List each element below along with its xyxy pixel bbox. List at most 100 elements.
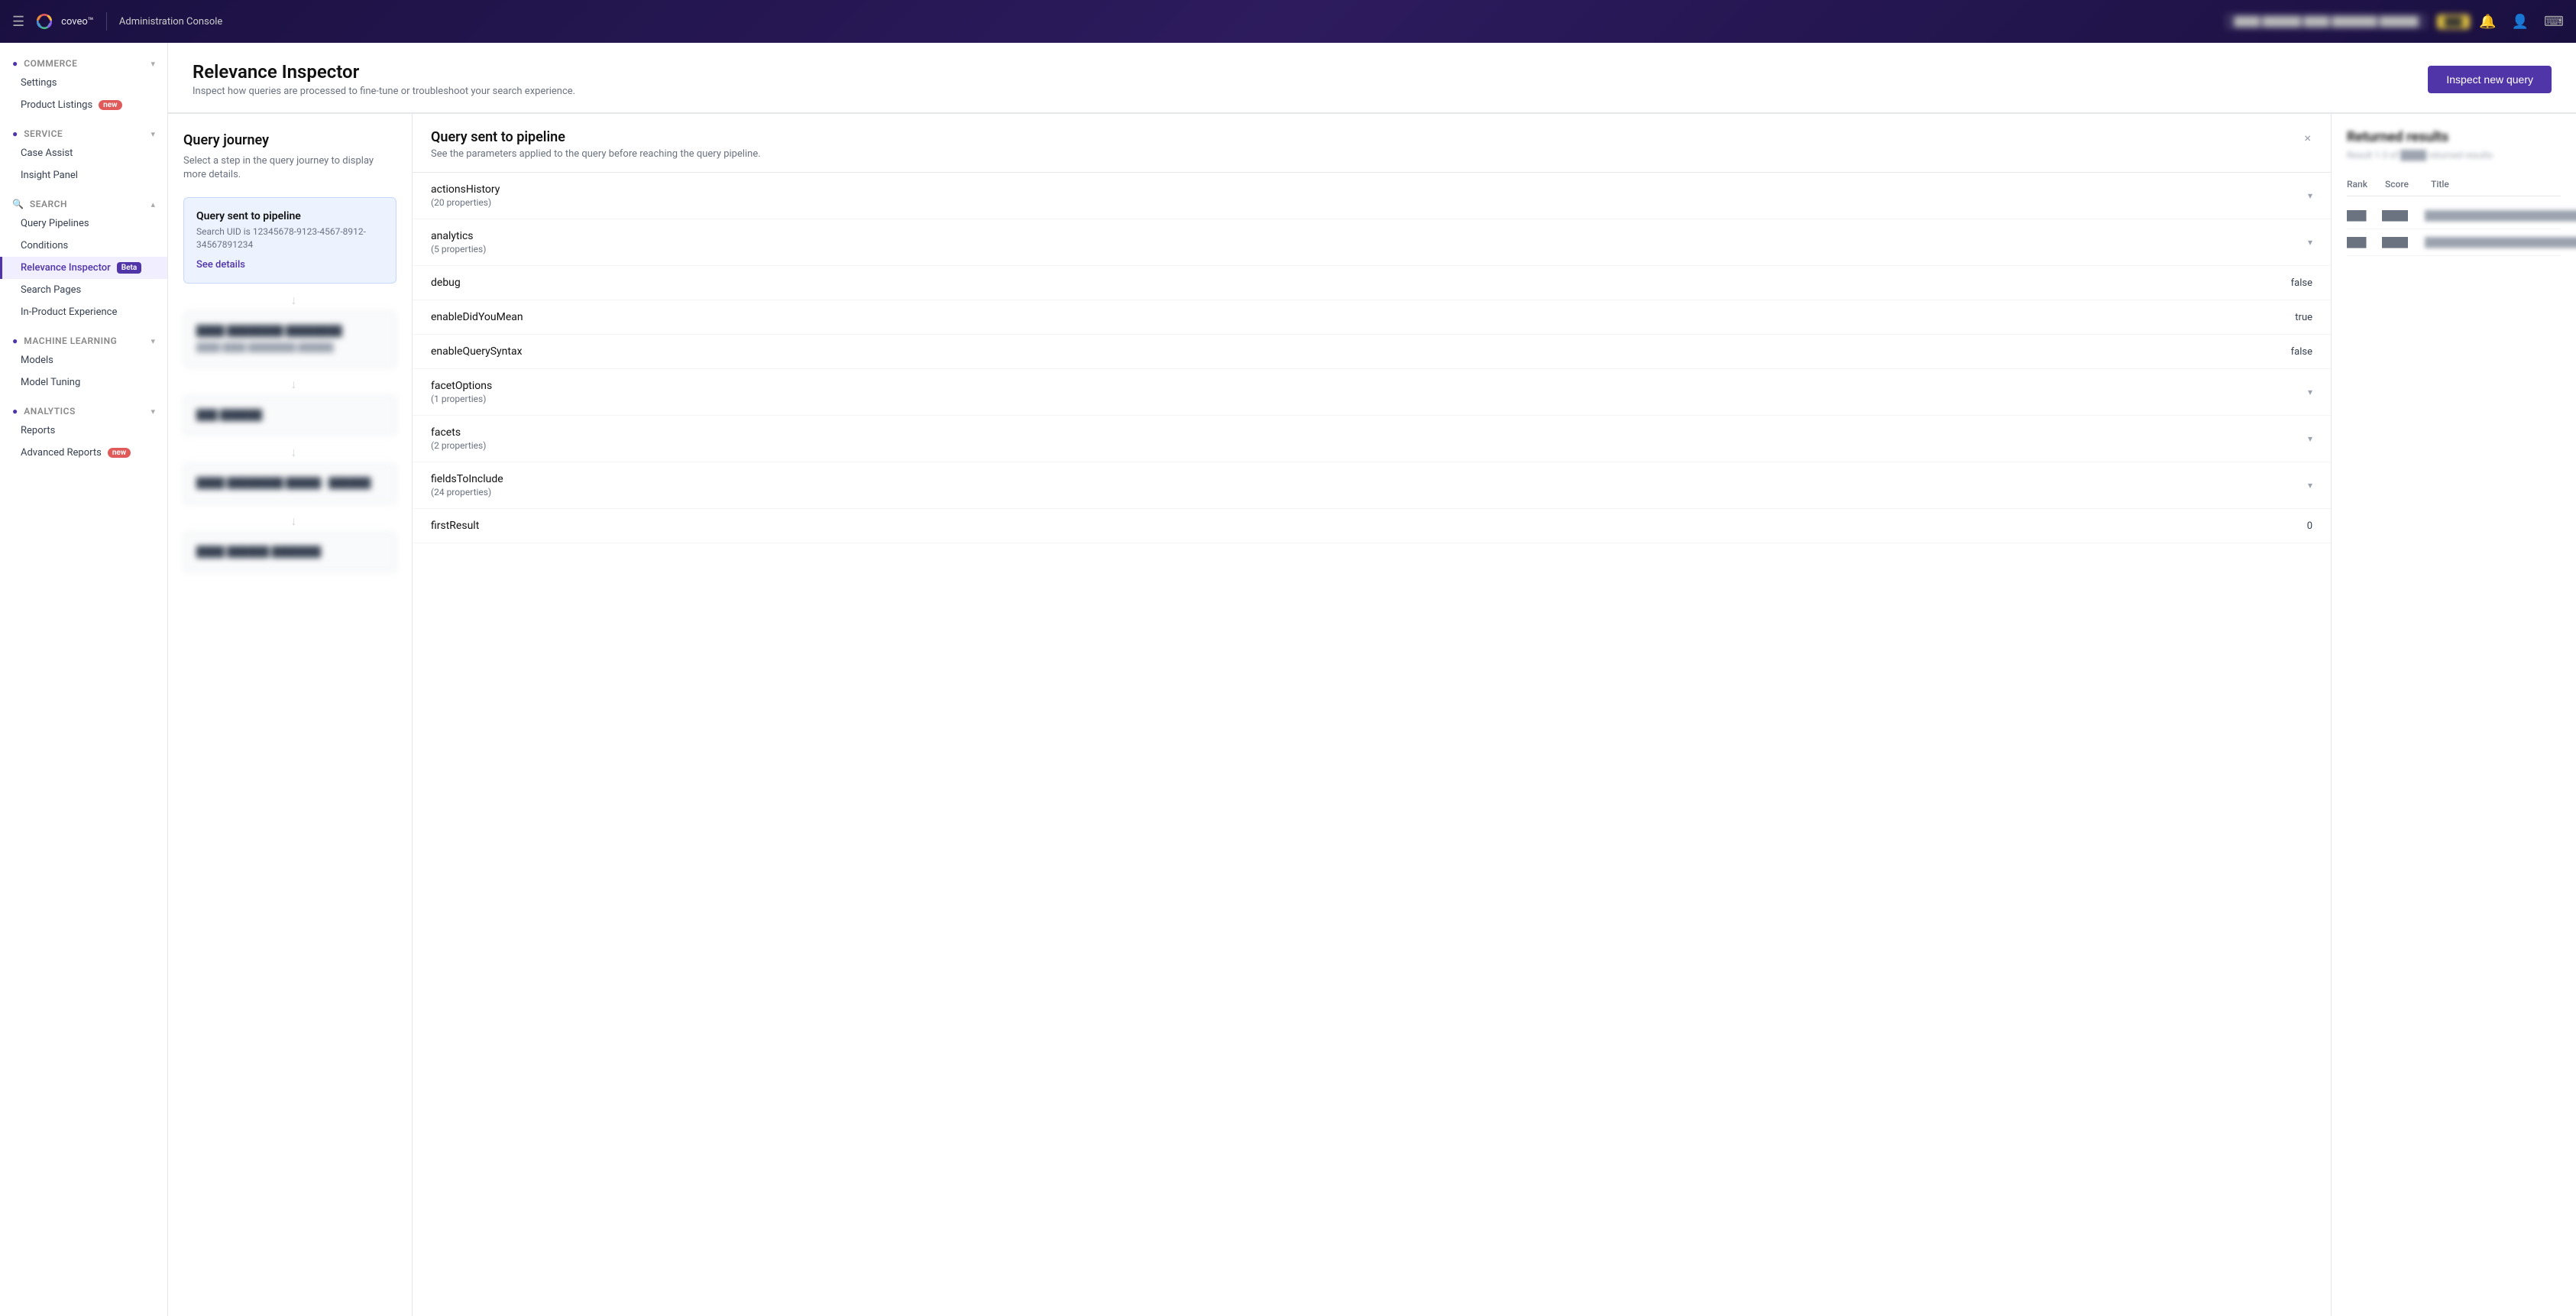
- pipeline-row-enableDidYouMean[interactable]: enableDidYouMean true: [413, 300, 2331, 335]
- pipeline-header-left: Query sent to pipeline See the parameter…: [431, 129, 761, 160]
- journey-card-query-sent[interactable]: Query sent to pipeline Search UID is 123…: [183, 197, 396, 284]
- expand-actionsHistory-icon: ▾: [2308, 190, 2312, 201]
- pipeline-row-actionsHistory-right: ▾: [2308, 190, 2312, 201]
- sidebar-item-settings[interactable]: Settings: [0, 72, 167, 94]
- sidebar-section-analytics[interactable]: ● Analytics ▾: [0, 400, 167, 420]
- pipeline-row-enableDidYouMean-left: enableDidYouMean: [431, 311, 523, 323]
- pipeline-row-facetOptions[interactable]: facetOptions (1 properties) ▾: [413, 369, 2331, 416]
- pipeline-row-facetOptions-right: ▾: [2308, 387, 2312, 397]
- journey-arrow-1: ↓: [191, 293, 396, 308]
- top-navigation: ☰ coveo™ Administration Console ████ ███…: [0, 0, 2576, 43]
- sidebar-item-models[interactable]: Models: [0, 349, 167, 371]
- page-header-left: Relevance Inspector Inspect how queries …: [193, 61, 575, 97]
- pipeline-details-column: Query sent to pipeline See the parameter…: [413, 114, 2332, 1316]
- results-rank-header: Rank: [2347, 179, 2370, 190]
- pipeline-row-firstResult[interactable]: firstResult 0: [413, 509, 2331, 543]
- pipeline-row-enableDidYouMean-right: true: [2295, 312, 2312, 323]
- console-label: Administration Console: [119, 16, 222, 28]
- sidebar-item-in-product-experience[interactable]: In-Product Experience: [0, 301, 167, 323]
- sidebar-section-search[interactable]: 🔍 Search ▴: [0, 193, 167, 212]
- journey-arrow-4: ↓: [191, 514, 396, 529]
- sidebar-section-service[interactable]: ● Service ▾: [0, 122, 167, 142]
- result-1-score: ████: [2382, 210, 2413, 221]
- expand-facetOptions-icon: ▾: [2308, 387, 2312, 397]
- journey-card-blurred-3[interactable]: ████ ████████ █████ - ██████: [183, 463, 396, 504]
- pipeline-row-actionsHistory-left: actionsHistory (20 properties): [431, 183, 500, 208]
- journey-card-blurred-4[interactable]: ████ ██████ ███████: [183, 532, 396, 573]
- result-2-score: ████: [2382, 237, 2413, 248]
- sidebar-item-product-listings-label: Product Listings: [21, 99, 92, 111]
- pipeline-row-fieldsToInclude-name: fieldsToInclude: [431, 473, 503, 485]
- hamburger-menu-icon[interactable]: ☰: [12, 14, 24, 30]
- journey-card-blurred-1-sub: ████ ████ ████████ ██████: [196, 342, 383, 355]
- inspect-new-query-button[interactable]: Inspect new query: [2428, 66, 2552, 93]
- sidebar-item-advanced-reports-label: Advanced Reports: [21, 447, 102, 459]
- pipeline-row-analytics[interactable]: analytics (5 properties) ▾: [413, 219, 2331, 266]
- pipeline-row-analytics-props: (5 properties): [431, 244, 486, 254]
- pipeline-row-facets-right: ▾: [2308, 433, 2312, 444]
- sidebar-item-search-pages-label: Search Pages: [21, 284, 81, 296]
- result-2-title: ███████████████████████████████████████: [2425, 237, 2576, 248]
- result-row-2[interactable]: ███ ████ ███████████████████████████████…: [2347, 229, 2561, 256]
- pipeline-close-icon[interactable]: ×: [2303, 129, 2312, 147]
- result-1-title: ███████████████████████████████████████: [2425, 210, 2576, 221]
- terminal-icon[interactable]: ⌨: [2544, 14, 2564, 30]
- pipeline-row-debug[interactable]: debug false: [413, 266, 2331, 300]
- journey-card-blurred-3-title: ████ ████████ █████ - ██████: [196, 476, 383, 491]
- journey-card-query-sent-subtitle: Search UID is 12345678-9123-4567-8912-34…: [196, 225, 383, 251]
- sidebar-item-advanced-reports[interactable]: Advanced Reports new: [0, 442, 167, 464]
- sidebar-section-machine-learning[interactable]: ● Machine Learning ▾: [0, 329, 167, 349]
- sidebar-item-relevance-inspector[interactable]: Relevance Inspector Beta: [0, 257, 167, 279]
- pipeline-row-debug-left: debug: [431, 277, 461, 289]
- sidebar-item-query-pipelines[interactable]: Query Pipelines: [0, 212, 167, 235]
- pipeline-row-enableQuerySyntax[interactable]: enableQuerySyntax false: [413, 335, 2331, 369]
- pipeline-row-debug-right: false: [2291, 277, 2312, 289]
- sidebar-item-reports-label: Reports: [21, 425, 55, 436]
- chevron-down-icon-ml: ▾: [150, 336, 155, 346]
- journey-card-blurred-2-title: ███ ██████: [196, 408, 383, 423]
- user-account-icon[interactable]: 👤: [2512, 14, 2529, 30]
- sidebar-item-insight-panel[interactable]: Insight Panel: [0, 164, 167, 186]
- sidebar-item-model-tuning[interactable]: Model Tuning: [0, 371, 167, 394]
- returned-results-column: Returned results Result 1-3 of ████ retu…: [2332, 114, 2576, 1316]
- sidebar-item-product-listings[interactable]: Product Listings new: [0, 94, 167, 116]
- journey-card-blurred-2[interactable]: ███ ██████: [183, 395, 396, 436]
- result-1-rank: ███: [2347, 210, 2370, 221]
- sidebar-item-case-assist-label: Case Assist: [21, 147, 73, 159]
- org-selector[interactable]: ████ ██████ ████ ███████ ██████: [2225, 13, 2427, 30]
- see-details-link[interactable]: See details: [196, 259, 383, 271]
- sidebar-section-commerce[interactable]: ● Commerce ▾: [0, 52, 167, 72]
- pipeline-row-facets-left: facets (2 properties): [431, 426, 486, 451]
- sidebar-item-in-product-experience-label: In-Product Experience: [21, 306, 117, 318]
- pipeline-row-facets[interactable]: facets (2 properties) ▾: [413, 416, 2331, 462]
- query-journey-subtitle: Select a step in the query journey to di…: [183, 154, 396, 182]
- pipeline-subtitle: See the parameters applied to the query …: [431, 148, 761, 160]
- sidebar: ● Commerce ▾ Settings Product Listings n…: [0, 43, 168, 1316]
- query-journey-title: Query journey: [183, 132, 396, 148]
- pipeline-row-facets-name: facets: [431, 426, 486, 439]
- result-row-1[interactable]: ███ ████ ███████████████████████████████…: [2347, 203, 2561, 229]
- notifications-icon[interactable]: 🔔: [2479, 14, 2496, 30]
- pipeline-row-enableDidYouMean-value: true: [2295, 312, 2312, 323]
- sidebar-item-settings-label: Settings: [21, 77, 57, 89]
- journey-card-blurred-1[interactable]: ████ ████████ ████████ ████ ████ ███████…: [183, 311, 396, 368]
- sidebar-item-reports[interactable]: Reports: [0, 420, 167, 442]
- pipeline-row-actionsHistory-props: (20 properties): [431, 197, 500, 208]
- chevron-down-icon-service: ▾: [150, 129, 155, 139]
- pipeline-row-analytics-name: analytics: [431, 230, 486, 242]
- sidebar-item-conditions[interactable]: Conditions: [0, 235, 167, 257]
- result-2-rank: ███: [2347, 237, 2370, 248]
- pipeline-row-actionsHistory-name: actionsHistory: [431, 183, 500, 196]
- pipeline-row-fieldsToInclude-props: (24 properties): [431, 487, 503, 498]
- page-title: Relevance Inspector: [193, 61, 575, 83]
- results-score-header: Score: [2385, 179, 2416, 190]
- pipeline-row-fieldsToInclude[interactable]: fieldsToInclude (24 properties) ▾: [413, 462, 2331, 509]
- pipeline-row-enableQuerySyntax-name: enableQuerySyntax: [431, 345, 523, 358]
- pipeline-row-actionsHistory[interactable]: actionsHistory (20 properties) ▾: [413, 173, 2331, 219]
- logo: coveo™: [34, 11, 94, 32]
- journey-card-blurred-1-title: ████ ████████ ████████: [196, 324, 383, 339]
- product-listings-badge: new: [99, 100, 121, 110]
- pipeline-row-enableQuerySyntax-left: enableQuerySyntax: [431, 345, 523, 358]
- sidebar-item-search-pages[interactable]: Search Pages: [0, 279, 167, 301]
- sidebar-item-case-assist[interactable]: Case Assist: [0, 142, 167, 164]
